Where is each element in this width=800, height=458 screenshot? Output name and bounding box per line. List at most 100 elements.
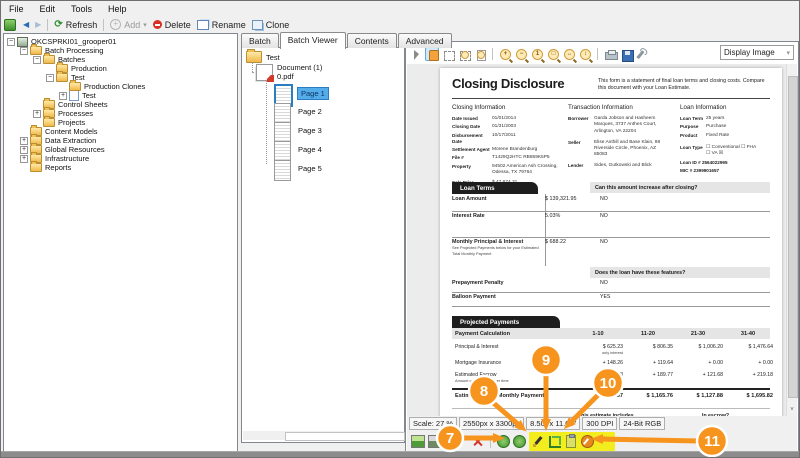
expander-icon[interactable]: + — [20, 145, 28, 154]
tree-item-root[interactable]: − OKCSPRKI01_grooper01 — [4, 36, 237, 47]
folder-icon — [30, 44, 42, 55]
image-status-bar: Scale: 27 % 2550px x 3300px 8.50" x 11.0… — [407, 416, 797, 431]
tree-item-global-resources[interactable]: + Global Resources — [4, 143, 237, 154]
node-tree-panel: − OKCSPRKI01_grooper01 − Batch Processin… — [3, 33, 238, 453]
expander-icon[interactable]: + — [59, 91, 67, 100]
tree-item-projects[interactable]: Projects — [4, 116, 237, 127]
draw-redaction-icon[interactable] — [533, 436, 544, 447]
undo-icon[interactable]: ↶ — [599, 436, 611, 447]
rename-button[interactable]: Rename — [194, 19, 249, 31]
scroll-down-icon[interactable]: ˅ — [787, 405, 797, 416]
tree-item-infrastructure[interactable]: + Infrastructure — [4, 152, 237, 163]
page-item-3[interactable]: Page 3 — [274, 122, 325, 143]
loan-information: Loan Information Loan Term 25 years Purpo… — [680, 104, 757, 173]
expander-icon[interactable]: − — [33, 55, 41, 64]
tree-item-production[interactable]: Production — [4, 62, 237, 73]
page-thumbnail[interactable] — [274, 122, 291, 143]
settings-icon[interactable] — [635, 47, 649, 61]
rotate-right-icon[interactable] — [513, 435, 526, 448]
monthly-pi-row: Monthly Principal & Interest See Projecte… — [452, 239, 608, 256]
zoom-fit-width-icon[interactable]: ↔ — [562, 47, 576, 61]
separator — [597, 47, 598, 60]
tree-item-control-sheets[interactable]: Control Sheets — [4, 98, 237, 109]
delete-image-icon[interactable] — [472, 436, 484, 447]
tree-item-content-models[interactable]: Content Models — [4, 125, 237, 136]
expander-icon[interactable]: + — [20, 154, 28, 163]
status-scale: Scale: 27 % — [409, 417, 458, 430]
next-image-icon[interactable] — [428, 435, 442, 448]
document-canvas[interactable]: Closing Disclosure This form is a statem… — [407, 64, 788, 416]
pointer-tool-icon[interactable] — [409, 47, 423, 61]
estimated-total-row: Estimated Total Monthly Payment $ 964.57… — [452, 388, 773, 399]
crop-icon[interactable] — [549, 435, 561, 448]
tree-item-test[interactable]: − Test — [4, 71, 237, 82]
expander-icon[interactable]: − — [7, 37, 15, 46]
highlighted-tool-group: ↶ — [529, 432, 615, 451]
back-button[interactable]: ◀ — [20, 20, 32, 30]
page-thumbnail[interactable] — [274, 160, 291, 181]
menu-edit[interactable]: Edit — [32, 3, 64, 15]
expander-icon[interactable]: + — [33, 109, 41, 118]
save-icon[interactable] — [619, 47, 634, 62]
loan-terms-question: Can this amount increase after closing? — [590, 182, 770, 193]
tree-item-test-batch[interactable]: + Test — [4, 90, 237, 101]
separator — [47, 18, 49, 31]
pdf-document-icon — [256, 64, 273, 81]
menu-file[interactable]: File — [1, 3, 32, 15]
tree-item-production-clones[interactable]: Production Clones — [4, 80, 237, 91]
scrollbar-thumb[interactable] — [788, 76, 798, 398]
print-icon[interactable] — [603, 47, 618, 61]
page-thumbnail[interactable] — [274, 103, 291, 124]
chevron-down-icon: ▾ — [786, 49, 790, 57]
zoom-fit-icon[interactable]: □ — [546, 47, 560, 61]
folder-icon — [56, 71, 68, 82]
tab-batch-viewer[interactable]: Batch Viewer — [279, 32, 346, 49]
zoom-out-icon[interactable]: − — [514, 47, 528, 61]
rotate-left-icon[interactable] — [497, 435, 510, 448]
tree-item-batch-processing[interactable]: − Batch Processing — [4, 44, 237, 55]
batch-document[interactable]: Document (1) 0.pdf — [256, 63, 322, 81]
zoom-actual-icon[interactable]: 1 — [530, 47, 544, 61]
delete-button[interactable]: Delete — [150, 19, 194, 31]
edit-image-icon[interactable] — [581, 435, 594, 448]
clipboard-icon[interactable] — [566, 434, 576, 448]
display-mode-dropdown[interactable]: Display Image ▾ — [720, 45, 794, 60]
page-item-5[interactable]: Page 5 — [274, 160, 325, 181]
forward-button[interactable]: ▶ — [32, 20, 44, 30]
tab-advanced[interactable]: Advanced — [397, 33, 452, 48]
expander-icon[interactable]: + — [20, 136, 28, 145]
tab-batch[interactable]: Batch — [241, 33, 279, 48]
page-item-2[interactable]: Page 2 — [274, 103, 325, 124]
expander-icon[interactable]: − — [20, 46, 28, 55]
batch-tree-panel: Test Document (1) 0.pdf Page 1 Page 2 Pa… — [241, 47, 405, 443]
separator — [490, 435, 491, 448]
zoom-fit-height-icon[interactable]: ↕ — [578, 47, 592, 61]
tab-contents[interactable]: Contents — [346, 33, 397, 48]
tree-item-data-extraction[interactable]: + Data Extraction — [4, 134, 237, 145]
tree-item-reports[interactable]: Reports — [4, 161, 237, 172]
previous-image-icon[interactable] — [411, 435, 425, 448]
horizontal-scrollbar[interactable] — [243, 431, 405, 441]
vertical-scrollbar[interactable]: ˅ — [786, 64, 798, 416]
mortgage-insurance-row: Mortgage Insurance + 148.26 + 119.64 + 0… — [455, 360, 773, 366]
scrollbar-thumb[interactable] — [285, 432, 405, 441]
region-select-icon[interactable] — [441, 47, 455, 61]
tree-item-processes[interactable]: + Processes — [4, 107, 237, 118]
menu-help[interactable]: Help — [100, 3, 135, 15]
pan-tool-icon[interactable] — [425, 46, 439, 61]
folder-icon — [69, 80, 81, 91]
menu-tools[interactable]: Tools — [63, 3, 100, 15]
closing-information: Closing Information Date Issued 01/01/201… — [452, 104, 558, 185]
add-button[interactable]: + Add ▾ — [107, 18, 150, 31]
clone-button[interactable]: Clone — [249, 19, 293, 31]
page-item-4[interactable]: Page 4 — [274, 141, 325, 162]
tree-item-batches[interactable]: − Batches — [4, 53, 237, 64]
zoom-page-icon[interactable] — [473, 47, 487, 61]
page-thumbnail[interactable] — [274, 141, 291, 162]
zoom-in-icon[interactable]: + — [498, 47, 512, 61]
expander-icon[interactable]: − — [46, 73, 54, 82]
refresh-button[interactable]: ⟳ Refresh — [51, 18, 100, 31]
zoom-window-icon[interactable] — [457, 47, 471, 61]
status-color: 24-Bit RGB — [619, 417, 666, 430]
status-inches: 8.50" x 11.00" — [526, 417, 581, 430]
